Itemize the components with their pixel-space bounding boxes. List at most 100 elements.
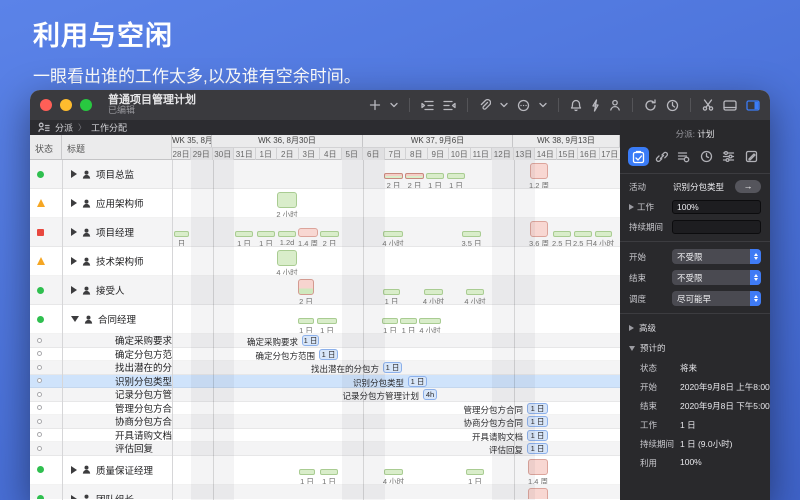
- week-header[interactable]: WK 35, 8月23日: [172, 135, 212, 147]
- resource-row[interactable]: 技术架构师4 小时: [30, 247, 620, 276]
- sync-button[interactable]: [644, 99, 657, 112]
- disclosure-triangle[interactable]: [629, 346, 635, 351]
- resource-row[interactable]: 应用架构师2 小时: [30, 189, 620, 218]
- utilization-bar[interactable]: [174, 231, 189, 237]
- title-cell[interactable]: 确定分包方范围: [62, 348, 172, 361]
- resource-row[interactable]: 质量保证经理1 日1 日4 小时1 日1.4 周: [30, 456, 620, 485]
- title-cell[interactable]: 识别分包类型: [62, 375, 172, 388]
- task-bar[interactable]: 1 日: [383, 362, 402, 373]
- attach-button[interactable]: [479, 99, 491, 111]
- chevron-down-icon[interactable]: [500, 102, 508, 108]
- task-bar[interactable]: 1 日: [527, 416, 548, 427]
- title-cell[interactable]: 记录分包方管理计划: [62, 388, 172, 401]
- notifications-button[interactable]: [570, 99, 582, 112]
- utilization-bar[interactable]: [530, 163, 548, 179]
- utilization-bar[interactable]: [235, 231, 253, 237]
- day-header[interactable]: 29日: [191, 147, 213, 160]
- task-bar[interactable]: 4h: [423, 389, 437, 400]
- more-circle-button[interactable]: [517, 99, 530, 112]
- utilization-bar[interactable]: [574, 231, 592, 237]
- inspector-group-expanded[interactable]: 预计的: [620, 338, 770, 358]
- day-header[interactable]: 15日: [557, 147, 579, 160]
- scissors-button[interactable]: [702, 99, 714, 111]
- resource-row[interactable]: 项目经理日1 日1 日1.2d1.4 周2 日4 小时3.5 日3.6 周2.5…: [30, 218, 620, 247]
- panel-bottom-toggle[interactable]: [723, 100, 737, 111]
- field-input[interactable]: [672, 220, 761, 234]
- utilization-bar[interactable]: [257, 231, 275, 237]
- status-column-header[interactable]: 状态: [30, 135, 62, 159]
- utilization-bar[interactable]: [384, 173, 403, 179]
- title-cell[interactable]: 管理分包方合同: [62, 402, 172, 415]
- utilization-bar[interactable]: [383, 289, 400, 295]
- title-cell[interactable]: 确定采购要求: [62, 334, 172, 347]
- chevron-down-icon[interactable]: [390, 102, 398, 108]
- title-cell[interactable]: 协商分包方合同: [62, 415, 172, 428]
- title-cell[interactable]: 技术架构师: [62, 247, 172, 275]
- utilization-bar[interactable]: [383, 231, 403, 237]
- utilization-bar[interactable]: [278, 231, 296, 237]
- outdent-button[interactable]: [443, 100, 456, 111]
- task-row[interactable]: 协商分包方合同协商分包方合同1 日: [30, 415, 620, 429]
- title-cell[interactable]: 项目总监: [62, 160, 172, 188]
- utilization-bar[interactable]: [424, 289, 443, 295]
- title-cell[interactable]: 合同经理: [62, 305, 172, 333]
- utilization-bar[interactable]: [466, 289, 484, 295]
- day-header[interactable]: 31日: [234, 147, 256, 160]
- title-cell[interactable]: 找出潜在的分包方: [62, 361, 172, 374]
- utilization-bar[interactable]: [595, 231, 612, 237]
- minimize-window-button[interactable]: [60, 99, 72, 111]
- day-header[interactable]: 8日: [406, 147, 428, 160]
- utilization-bar[interactable]: [530, 221, 548, 237]
- day-header[interactable]: 10日: [449, 147, 471, 160]
- title-cell[interactable]: 质量保证经理: [62, 456, 172, 484]
- utilization-bar[interactable]: [382, 318, 398, 324]
- resource-row[interactable]: 项目总监2 日2 日1 日1 日1.2 周: [30, 160, 620, 189]
- chevron-down-icon[interactable]: [539, 102, 547, 108]
- utilization-bar[interactable]: [298, 279, 314, 295]
- utilization-bar[interactable]: [419, 318, 441, 324]
- day-header[interactable]: 11日: [471, 147, 493, 160]
- day-header[interactable]: 3日: [299, 147, 321, 160]
- disclosure-triangle[interactable]: [71, 495, 77, 500]
- popup-button[interactable]: 不受限: [672, 249, 761, 264]
- zoom-window-button[interactable]: [80, 99, 92, 111]
- indent-button[interactable]: [421, 100, 434, 111]
- week-header[interactable]: WK 36, 8月30日: [212, 135, 363, 147]
- title-column-header[interactable]: 标题: [62, 135, 89, 159]
- task-bar[interactable]: 1 日: [408, 376, 427, 387]
- day-header[interactable]: 6日: [363, 147, 385, 160]
- disclosure-triangle[interactable]: [71, 170, 77, 178]
- task-bar[interactable]: 1 日: [527, 443, 548, 454]
- week-header[interactable]: WK 38, 9月13日: [513, 135, 620, 147]
- timeline-header[interactable]: WK 35, 8月23日WK 36, 8月30日WK 37, 9月6日WK 38…: [172, 135, 620, 159]
- history-button[interactable]: [666, 99, 679, 112]
- task-row[interactable]: 管理分包方合同管理分包方合同1 日: [30, 402, 620, 416]
- field-input[interactable]: [672, 200, 761, 214]
- task-row[interactable]: 识别分包类型识别分包类型1 日: [30, 375, 620, 389]
- task-row[interactable]: 确定分包方范围确定分包方范围1 日: [30, 348, 620, 362]
- inspector-tab-assignment[interactable]: [673, 147, 694, 166]
- utilization-bar[interactable]: [277, 250, 297, 266]
- inspector-tab-note[interactable]: [741, 147, 762, 166]
- title-cell[interactable]: 项目经理: [62, 218, 172, 246]
- day-header[interactable]: 7日: [385, 147, 407, 160]
- disclosure-triangle[interactable]: [71, 316, 79, 322]
- popup-button[interactable]: 不受限: [672, 270, 761, 285]
- utilization-bar[interactable]: [298, 228, 318, 237]
- utilization-bar[interactable]: [466, 469, 484, 475]
- utilization-bar[interactable]: [277, 192, 297, 208]
- utilization-bar[interactable]: [298, 318, 314, 324]
- resources-button[interactable]: [609, 99, 621, 111]
- day-header[interactable]: 9日: [428, 147, 450, 160]
- day-header[interactable]: 30日: [213, 147, 235, 160]
- day-header[interactable]: 17日: [600, 147, 621, 160]
- title-cell[interactable]: 开具请购文档: [62, 429, 172, 442]
- disclosure-triangle[interactable]: [71, 286, 77, 294]
- utilization-bar[interactable]: [384, 469, 403, 475]
- disclosure-triangle[interactable]: [71, 257, 77, 265]
- resource-row[interactable]: 团队组长: [30, 485, 620, 500]
- breadcrumb[interactable]: 分派 〉 工作分配: [38, 121, 127, 134]
- go-to-activity-button[interactable]: →: [735, 180, 761, 193]
- breadcrumb-view[interactable]: 分派: [55, 121, 73, 134]
- popup-button[interactable]: 尽可能早: [672, 291, 761, 306]
